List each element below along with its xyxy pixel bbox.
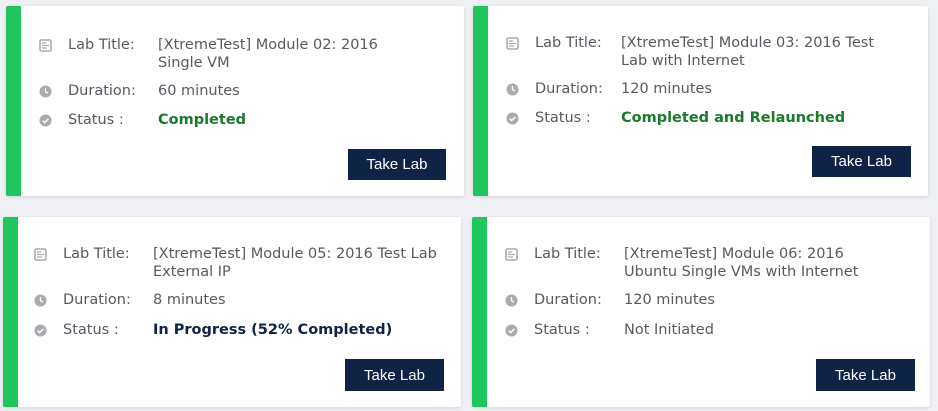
duration-value: 8 minutes (153, 292, 226, 308)
card-accent-bar (3, 217, 18, 407)
duration-row: Duration: 8 minutes (33, 291, 443, 309)
lab-title-value: [XtremeTest] Module 02: 2016 Single VM (158, 37, 378, 71)
status-label: Status : (68, 112, 124, 128)
lab-card: Lab Title: [XtremeTest] Module 06: 2016 … (472, 217, 930, 407)
duration-label: Duration: (534, 292, 602, 308)
lab-title-label: Lab Title: (63, 246, 130, 262)
status-label: Status : (535, 110, 591, 126)
duration-row: Duration: 60 minutes (38, 82, 448, 100)
duration-value: 120 minutes (624, 292, 715, 308)
duration-label: Duration: (63, 292, 131, 308)
clock-icon (33, 293, 47, 307)
check-circle-icon (504, 323, 518, 337)
lab-title-value: [XtremeTest] Module 05: 2016 Test Lab Ex… (153, 246, 437, 280)
lab-card: Lab Title: [XtremeTest] Module 03: 2016 … (473, 6, 928, 196)
lab-title-row: Lab Title: [XtremeTest] Module 06: 2016 … (504, 245, 919, 281)
lab-card: Lab Title: [XtremeTest] Module 05: 2016 … (3, 217, 461, 407)
duration-label: Duration: (68, 83, 136, 99)
clock-icon (38, 84, 52, 98)
check-circle-icon (33, 323, 47, 337)
lab-icon (38, 38, 52, 52)
status-row: Status : Completed and Relaunched (505, 109, 915, 127)
duration-value: 120 minutes (621, 81, 712, 97)
take-lab-button[interactable]: Take Lab (348, 149, 446, 180)
lab-title-label: Lab Title: (535, 35, 602, 51)
card-accent-bar (6, 6, 21, 196)
status-row: Status : Not Initiated (504, 321, 914, 339)
check-circle-icon (38, 113, 52, 127)
lab-title-value: [XtremeTest] Module 03: 2016 Test Lab wi… (621, 35, 875, 69)
duration-row: Duration: 120 minutes (504, 291, 914, 309)
lab-title-row: Lab Title: [XtremeTest] Module 03: 2016 … (505, 34, 915, 70)
status-value: Not Initiated (624, 322, 714, 338)
card-accent-bar (473, 6, 488, 196)
status-label: Status : (63, 322, 119, 338)
check-circle-icon (505, 111, 519, 125)
take-lab-button[interactable]: Take Lab (345, 359, 444, 391)
lab-title-row: Lab Title: [XtremeTest] Module 02: 2016 … (38, 36, 448, 72)
lab-title-label: Lab Title: (68, 37, 135, 53)
lab-title-value: [XtremeTest] Module 06: 2016 Ubuntu Sing… (624, 246, 859, 280)
lab-icon (504, 247, 518, 261)
lab-card: Lab Title: [XtremeTest] Module 02: 2016 … (6, 6, 464, 196)
lab-icon (33, 247, 47, 261)
lab-title-row: Lab Title: [XtremeTest] Module 05: 2016 … (33, 245, 443, 281)
duration-label: Duration: (535, 81, 603, 97)
lab-title-label: Lab Title: (534, 246, 601, 262)
duration-row: Duration: 120 minutes (505, 80, 915, 98)
clock-icon (505, 82, 519, 96)
status-value: Completed (158, 112, 247, 128)
status-label: Status : (534, 322, 590, 338)
status-row: Status : In Progress (52% Completed) (33, 321, 453, 339)
status-value: In Progress (52% Completed) (153, 322, 393, 338)
take-lab-button[interactable]: Take Lab (812, 146, 911, 177)
clock-icon (504, 293, 518, 307)
status-value: Completed and Relaunched (621, 110, 846, 126)
take-lab-button[interactable]: Take Lab (816, 359, 915, 391)
lab-icon (505, 36, 519, 50)
card-accent-bar (472, 217, 487, 407)
status-row: Status : Completed (38, 111, 448, 129)
duration-value: 60 minutes (158, 83, 240, 99)
